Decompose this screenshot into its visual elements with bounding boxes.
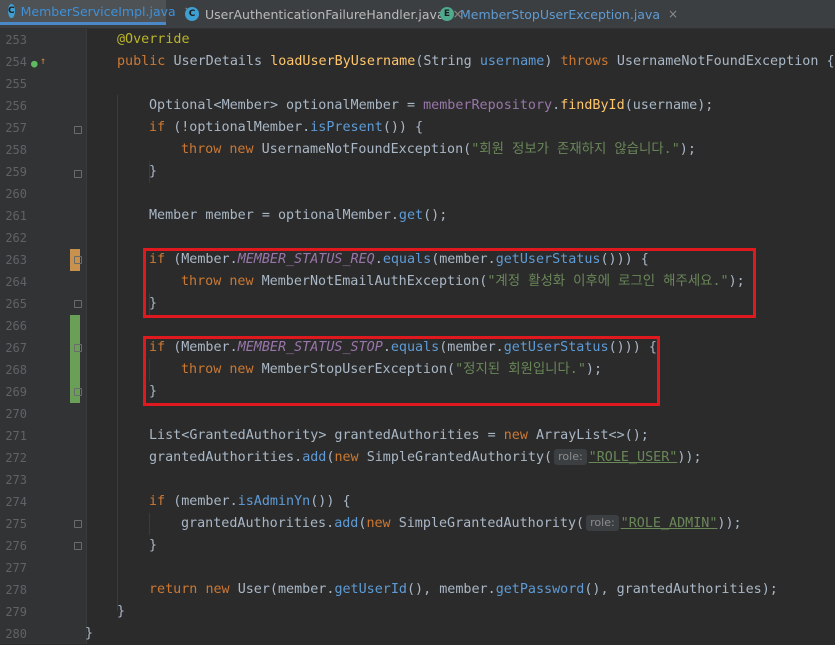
code-token: memberRepository [423, 98, 553, 113]
code-token: "ROLE_USER" [588, 450, 678, 465]
code-line-278[interactable]: return new User(member.getUserId(), memb… [149, 579, 778, 601]
code-token: "ROLE_ADMIN" [620, 516, 718, 531]
code-line-259[interactable]: } [149, 161, 157, 183]
code-token: (username); [624, 98, 714, 113]
code-token: username [479, 54, 545, 69]
code-token: loadUserByUsername [270, 54, 416, 69]
code-token: (), grantedAuthorities); [584, 582, 778, 597]
class-file-icon: C [8, 4, 15, 18]
code-line-257[interactable]: if (!optionalMember.isPresent()) { [149, 117, 423, 139]
code-line-254[interactable]: public UserDetails loadUserByUsername(St… [117, 51, 835, 73]
code-line-280[interactable]: } [85, 623, 93, 645]
code-token: } [85, 626, 94, 641]
tab-member-stop-user-exception[interactable]: E MemberStopUserException.java × [440, 0, 678, 28]
code-token: grantedAuthorities. [149, 450, 303, 465]
code-token: > optionalMember = [269, 98, 424, 113]
code-line-271[interactable]: List<GrantedAuthority> grantedAuthoritie… [149, 425, 649, 447]
code-token: } [117, 604, 126, 619]
code-token: add [334, 516, 359, 531]
code-token: } [149, 164, 158, 179]
code-token: (member. [173, 494, 238, 509]
code-line-253[interactable]: @Override [117, 29, 190, 51]
code-token: Member member = optionalMember. [149, 208, 399, 223]
code-token: Member [221, 98, 270, 113]
code-token: SimpleGrantedAuthority( [366, 450, 553, 465]
code-token: @Override [117, 32, 190, 47]
code-line-276[interactable]: } [149, 535, 157, 557]
code-token: new [205, 582, 238, 597]
parameter-hint: role: [554, 449, 587, 465]
code-token: public [117, 54, 174, 69]
code-token: . [552, 98, 561, 113]
tab-label: MemberStopUserException.java [460, 6, 661, 22]
code-line-258[interactable]: throw new UsernameNotFoundException("회원 … [181, 139, 696, 161]
code-token: isPresent [310, 120, 383, 135]
code-token: < [213, 98, 222, 113]
code-token: (); [423, 208, 448, 223]
code-token: return [149, 582, 206, 597]
code-token: add [302, 450, 327, 465]
code-token: SimpleGrantedAuthority( [398, 516, 585, 531]
code-token: get [398, 208, 424, 223]
editor-tab-bar: C MemberServiceImpl.java × C UserAuthent… [0, 0, 835, 29]
indent-guide [149, 513, 150, 535]
tab-label: MemberServiceImpl.java [20, 3, 176, 19]
code-token: throw [181, 142, 230, 157]
class-file-icon: C [185, 7, 199, 21]
code-line-256[interactable]: Optional<Member> optionalMember = member… [149, 95, 713, 117]
code-token: UsernameNotFoundException( [261, 142, 472, 157]
code-line-274[interactable]: if (member.isAdminYn()) { [149, 491, 351, 513]
code-token: isAdminYn [237, 494, 311, 509]
highlight-box-status-req [143, 248, 756, 318]
code-token: new [229, 142, 262, 157]
parameter-hint: role: [586, 515, 619, 531]
code-token: ()) { [382, 120, 424, 135]
code-token: getPassword [495, 582, 585, 597]
code-token: new [366, 516, 399, 531]
code-token: ); [679, 142, 696, 157]
code-line-272[interactable]: grantedAuthorities.add(new SimpleGranted… [149, 447, 702, 469]
code-token: Optional [149, 98, 214, 113]
code-token: if [149, 494, 174, 509]
close-tab-icon[interactable]: × [668, 7, 678, 21]
highlight-box-status-stop [143, 336, 660, 406]
code-token: )); [677, 450, 702, 465]
code-token: ()) { [310, 494, 351, 509]
exception-file-icon: E [440, 7, 454, 21]
code-token: UsernameNotFoundException { [616, 54, 835, 69]
code-token: )); [717, 516, 742, 531]
code-token: > grantedAuthorities = [318, 428, 504, 443]
code-token: (), member. [407, 582, 496, 597]
tab-label: UserAuthenticationFailureHandler.java [205, 6, 445, 22]
code-token: UserDetails [173, 54, 271, 69]
indent-guide [117, 95, 118, 611]
code-token: grantedAuthorities. [181, 516, 335, 531]
code-token: } [149, 538, 158, 553]
tab-member-service-impl[interactable]: C MemberServiceImpl.java × [0, 0, 194, 25]
code-token: throws [560, 54, 617, 69]
code-line-275[interactable]: grantedAuthorities.add(new SimpleGranted… [181, 513, 742, 535]
code-token: User(member. [237, 582, 335, 597]
code-token: "회원 정보가 존재하지 않습니다." [471, 142, 680, 157]
code-token: findById [560, 98, 625, 113]
code-token: if [149, 120, 174, 135]
code-token: getUserId [334, 582, 407, 597]
tab-user-auth-failure-handler[interactable]: C UserAuthenticationFailureHandler.java … [185, 0, 463, 28]
code-token: ) [544, 54, 561, 69]
code-token: new [334, 450, 367, 465]
code-token: List [149, 428, 182, 443]
code-token: (String [415, 54, 480, 69]
code-line-279[interactable]: } [117, 601, 125, 623]
code-token: new [503, 428, 536, 443]
code-token: GrantedAuthority [189, 428, 319, 443]
code-token: ArrayList<>(); [536, 428, 649, 443]
code-token: (!optionalMember. [173, 120, 311, 135]
code-line-261[interactable]: Member member = optionalMember.get(); [149, 205, 447, 227]
